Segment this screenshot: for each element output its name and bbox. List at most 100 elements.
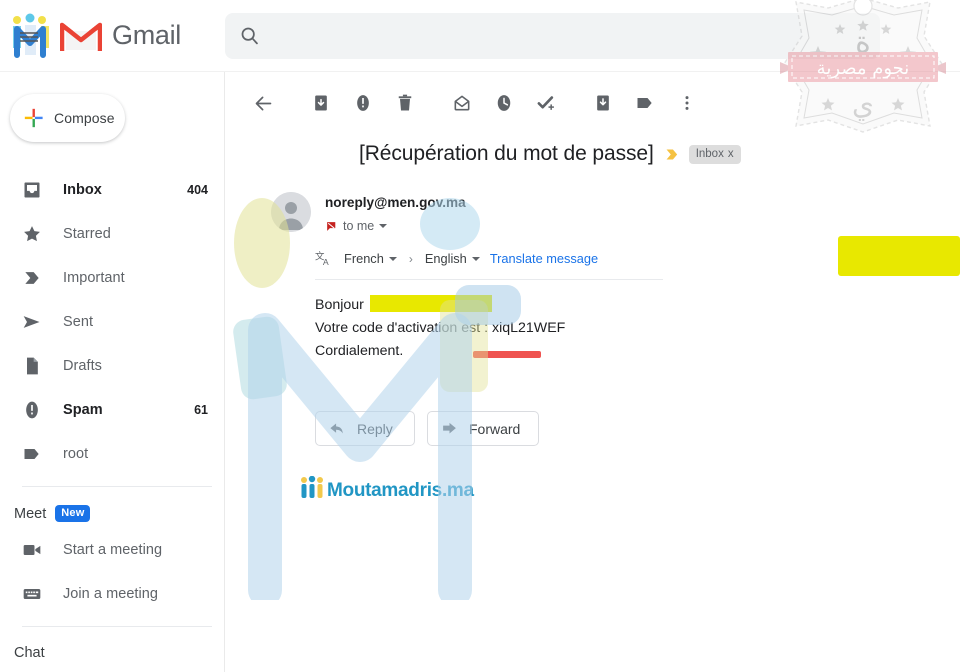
delete-button[interactable]	[384, 83, 425, 124]
label-icon	[24, 449, 39, 459]
target-language-select[interactable]: English	[425, 251, 480, 266]
search-icon	[241, 27, 258, 45]
sidebar-item-label: root	[63, 446, 89, 462]
report-spam-icon	[356, 95, 369, 111]
greeting-text: Bonjour	[315, 297, 364, 313]
sidebar-item-join-a-meeting[interactable]: Join a meeting	[0, 572, 224, 616]
sender-block: noreply@men.gov.ma to me	[325, 192, 466, 233]
sidebar-item-start-a-meeting[interactable]: Start a meeting	[0, 528, 224, 572]
chevron-down-icon	[471, 256, 480, 261]
main-pane: [Récupération du mot de passe] Inbox x n…	[225, 72, 960, 672]
report-spam-button[interactable]	[342, 83, 383, 124]
archive-button[interactable]	[300, 83, 341, 124]
source-language-label: French	[344, 251, 384, 266]
meet-section-header: Meet New	[0, 487, 224, 528]
sidebar-item-sent[interactable]: Sent	[0, 300, 224, 344]
sidebar-item-count: 61	[194, 403, 208, 417]
sidebar-item-root[interactable]: root	[0, 432, 224, 476]
chevron-down-icon[interactable]	[379, 224, 388, 228]
star-icon	[24, 226, 40, 242]
translate-bar: 文 A French › English Translate message	[315, 249, 663, 280]
label-chip-remove[interactable]: x	[728, 148, 734, 160]
add-to-tasks-button[interactable]	[525, 83, 566, 124]
label-icon	[637, 98, 652, 108]
more-options-button[interactable]	[666, 83, 707, 124]
meet-new-badge: New	[55, 505, 91, 522]
video-camera-icon	[23, 545, 41, 555]
draft-icon	[27, 357, 38, 375]
search-bar[interactable]	[225, 12, 880, 59]
keyboard-icon	[23, 589, 41, 599]
important-marker-icon[interactable]	[663, 146, 680, 163]
moutamadris-people-icon	[301, 476, 323, 498]
important-icon	[25, 272, 39, 284]
inbox-icon	[24, 182, 40, 198]
sidebar-item-drafts[interactable]: Drafts	[0, 344, 224, 388]
activation-code-underline	[473, 351, 541, 358]
avatar-icon	[271, 192, 311, 232]
label-chip-inbox[interactable]: Inbox x	[688, 144, 741, 164]
message-header: noreply@men.gov.ma to me	[261, 192, 924, 233]
no-reply-icon	[327, 221, 336, 231]
search-area	[225, 12, 960, 59]
sidebar-item-label: Starred	[63, 226, 111, 242]
top-bar: Gmail	[0, 0, 960, 72]
back-to-inbox-button[interactable]	[243, 83, 284, 124]
arrow-left-icon	[255, 96, 272, 110]
move-to-button[interactable]	[582, 83, 623, 124]
clock-icon	[497, 95, 510, 111]
subject-line: [Récupération du mot de passe] Inbox x	[261, 134, 924, 166]
avatar	[271, 192, 311, 232]
sidebar-item-label: Join a meeting	[63, 586, 159, 602]
mark-unread-icon	[454, 95, 469, 111]
body-activation-line: Votre code d'activation est : xiqL21WEF	[315, 320, 566, 336]
sidebar-item-important[interactable]: Important	[0, 256, 224, 300]
labels-button[interactable]	[624, 83, 665, 124]
forward-label: Forward	[469, 420, 521, 437]
move-to-icon	[596, 95, 609, 111]
translate-arrow: ›	[408, 251, 413, 266]
plus-icon	[24, 108, 43, 128]
source-language-select[interactable]: French	[344, 251, 397, 266]
more-vertical-icon	[685, 96, 688, 110]
sidebar-nav: Inbox 404 Starred Important Sent Drafts …	[0, 168, 224, 476]
sidebar-item-starred[interactable]: Starred	[0, 212, 224, 256]
gmail-window: Gmail Compose Inbox 404 Starred Importan…	[0, 0, 960, 672]
moutamadris-footer-logo: Moutamadris.ma	[299, 476, 924, 506]
sidebar-item-count: 404	[187, 183, 208, 197]
email-thread: [Récupération du mot de passe] Inbox x n…	[225, 134, 960, 506]
redaction-block-right	[838, 236, 960, 276]
mark-unread-button[interactable]	[441, 83, 482, 124]
gmail-m-icon	[60, 22, 102, 51]
body-greeting: Bonjour	[315, 294, 924, 317]
compose-label: Compose	[54, 110, 115, 126]
target-language-label: English	[424, 251, 467, 266]
label-chip-text: Inbox	[695, 147, 724, 160]
reply-label: Reply	[357, 420, 393, 437]
reply-button[interactable]: Reply	[315, 411, 415, 446]
search-input[interactable]	[274, 27, 866, 44]
gmail-wordmark: Gmail	[112, 20, 182, 50]
send-icon	[23, 316, 40, 328]
page-title: [Récupération du mot de passe]	[359, 142, 654, 165]
sidebar: Compose Inbox 404 Starred Important Sent…	[0, 72, 225, 672]
forward-arrow-icon	[443, 422, 456, 434]
sidebar-item-label: Important	[63, 270, 125, 286]
redaction-block-name	[369, 295, 492, 312]
sidebar-item-label: Start a meeting	[63, 542, 163, 558]
snooze-button[interactable]	[483, 83, 524, 124]
translate-message-link[interactable]: Translate message	[490, 251, 598, 266]
compose-button[interactable]: Compose	[10, 94, 125, 142]
sidebar-item-label: Sent	[63, 314, 94, 330]
body-closing: Cordialement.	[315, 343, 404, 359]
sender-address: noreply@men.gov.ma	[325, 195, 466, 210]
forward-button[interactable]: Forward	[427, 411, 540, 446]
moutamadris-people-icon	[13, 13, 49, 58]
svg-text:A: A	[323, 257, 329, 267]
spam-icon	[26, 401, 38, 419]
add-task-icon	[537, 96, 554, 110]
sidebar-item-spam[interactable]: Spam 61	[0, 388, 224, 432]
sidebar-item-inbox[interactable]: Inbox 404	[0, 168, 224, 212]
moutamadris-footer-text: Moutamadris.ma	[327, 480, 474, 501]
recipient-row[interactable]: to me	[325, 219, 466, 233]
